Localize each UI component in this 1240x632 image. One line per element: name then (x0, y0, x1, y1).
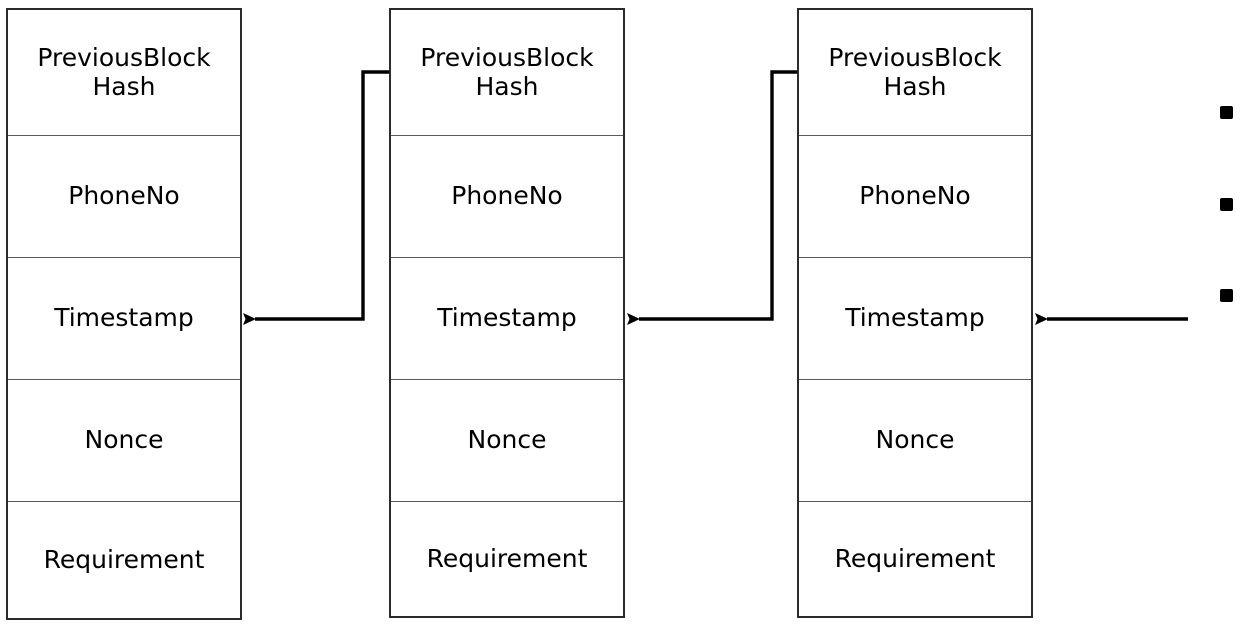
block-3-field-nonce: Nonce (799, 380, 1031, 502)
block-2-field-phoneno: PhoneNo (391, 136, 623, 258)
connector-block2-to-block1 (243, 70, 389, 325)
block-2[interactable]: PreviousBlock Hash PhoneNo Timestamp Non… (389, 8, 625, 618)
connector-block3-to-block2 (627, 70, 797, 325)
block-3-field-phoneno: PhoneNo (799, 136, 1031, 258)
block-1[interactable]: PreviousBlock Hash PhoneNo Timestamp Non… (6, 8, 242, 620)
block-2-field-timestamp: Timestamp (391, 258, 623, 380)
block-1-field-nonce: Nonce (8, 380, 240, 502)
block-3-field-timestamp: Timestamp (799, 258, 1031, 380)
block-3-field-requirement: Requirement (799, 502, 1031, 616)
ellipsis-dot-icon (1220, 197, 1233, 211)
block-1-field-phoneno: PhoneNo (8, 136, 240, 258)
block-2-field-requirement: Requirement (391, 502, 623, 616)
block-1-field-requirement: Requirement (8, 502, 240, 618)
continuation-ellipsis (1220, 106, 1233, 302)
ellipsis-dot-icon (1220, 289, 1233, 302)
block-2-field-previous-block-hash: PreviousBlock Hash (391, 10, 623, 136)
block-1-field-previous-block-hash: PreviousBlock Hash (8, 10, 240, 136)
block-3[interactable]: PreviousBlock Hash PhoneNo Timestamp Non… (797, 8, 1033, 618)
blockchain-diagram-canvas: PreviousBlock Hash PhoneNo Timestamp Non… (0, 0, 1240, 632)
block-3-field-previous-block-hash: PreviousBlock Hash (799, 10, 1031, 136)
block-1-field-timestamp: Timestamp (8, 258, 240, 380)
ellipsis-dot-icon (1220, 106, 1233, 119)
block-2-field-nonce: Nonce (391, 380, 623, 502)
